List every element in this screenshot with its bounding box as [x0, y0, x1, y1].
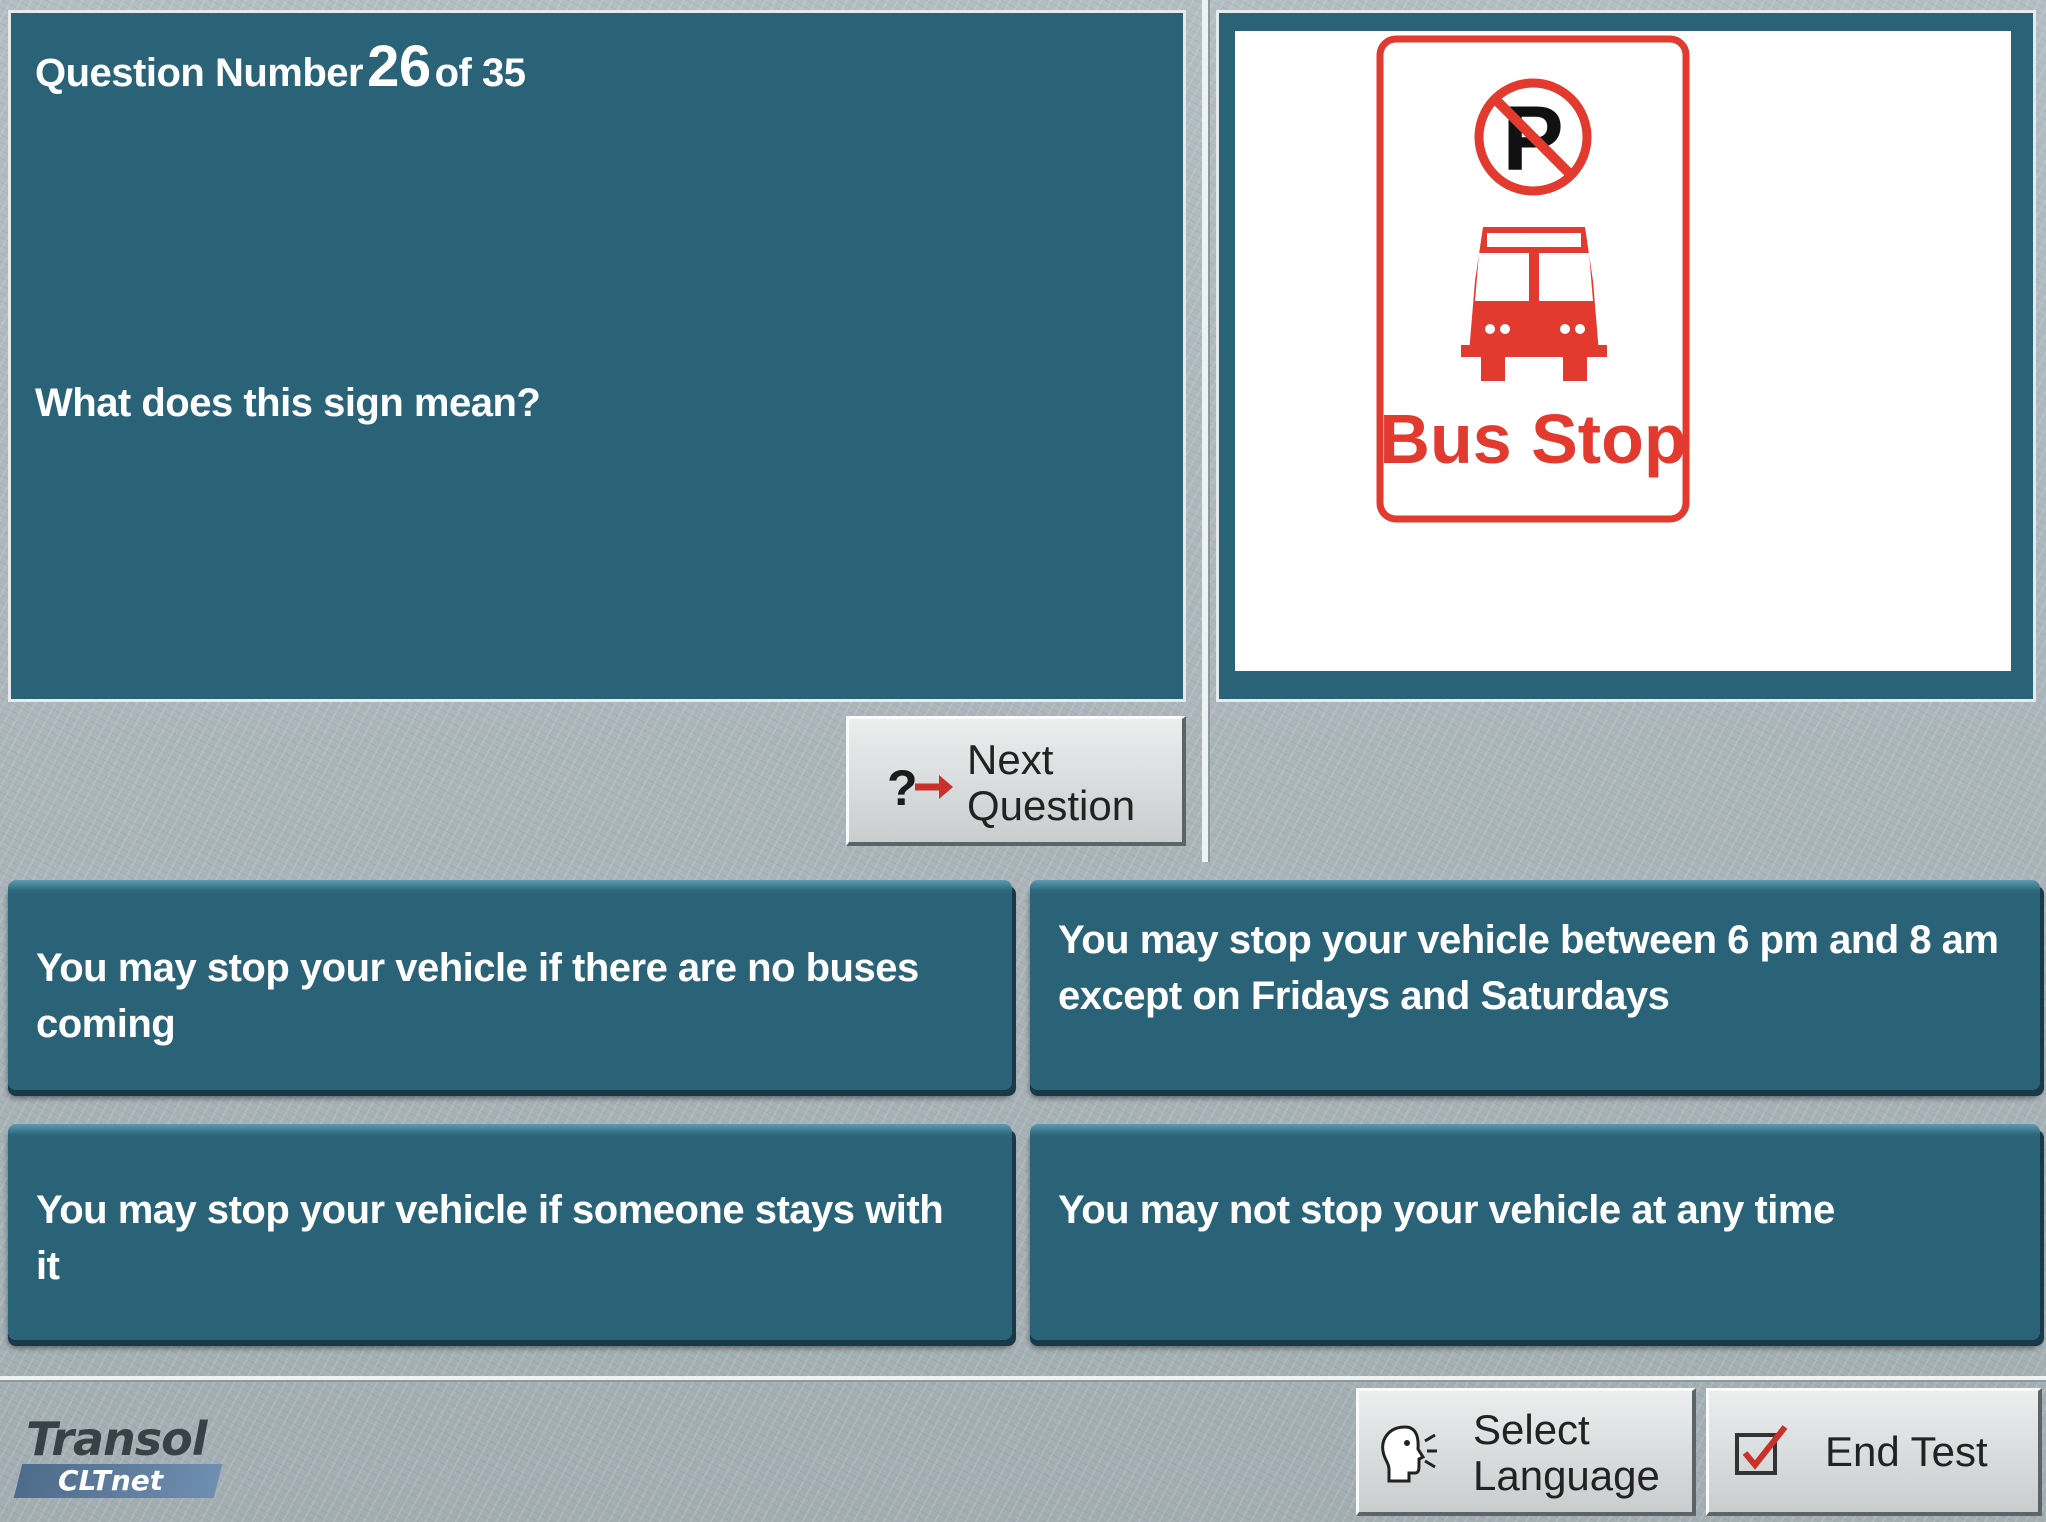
end-test-label: End Test	[1825, 1428, 1988, 1475]
sign-image-panel: P Bus Stop	[1216, 10, 2036, 702]
select-language-line2: Language	[1473, 1452, 1660, 1499]
logo-sub-text: CLTnet	[58, 1464, 164, 1497]
answer-option-b[interactable]: You may stop your vehicle between 6 pm a…	[1030, 880, 2040, 1090]
question-number: 26	[367, 34, 431, 99]
svg-text:?: ?	[887, 760, 918, 816]
answer-text: You may stop your vehicle if someone sta…	[36, 1188, 944, 1288]
select-language-line1: Select	[1473, 1406, 1590, 1453]
question-text: What does this sign mean?	[35, 381, 541, 425]
sign-caption: Bus Stop	[1379, 400, 1686, 478]
sign-image: P Bus Stop	[1235, 31, 2011, 671]
bus-stop-sign: P Bus Stop	[1376, 35, 1690, 523]
checkbox-check-icon	[1735, 1425, 1788, 1475]
logo-brand-text: Transol	[26, 1412, 208, 1466]
question-arrow-icon: ?	[887, 760, 953, 816]
answer-text: You may stop your vehicle between 6 pm a…	[1058, 918, 1999, 1018]
next-question-line1: Next	[967, 736, 1054, 783]
question-counter-prefix: Question Number	[35, 51, 364, 95]
next-question-button[interactable]: ? Next Question	[846, 716, 1186, 846]
speaking-head-icon	[1381, 1425, 1437, 1483]
transol-logo: Transol CLTnet	[13, 1412, 238, 1502]
answer-option-a[interactable]: You may stop your vehicle if there are n…	[8, 880, 1012, 1090]
question-counter-suffix: of 35	[434, 51, 526, 95]
horizontal-divider	[0, 1376, 2046, 1382]
vertical-divider	[1202, 0, 1210, 862]
no-parking-icon: P	[1474, 78, 1592, 196]
answer-option-c[interactable]: You may stop your vehicle if someone sta…	[8, 1124, 1012, 1340]
question-panel: Question Number26 of 35 What does this si…	[8, 10, 1186, 702]
answer-option-d[interactable]: You may not stop your vehicle at any tim…	[1030, 1124, 2040, 1340]
select-language-button[interactable]: Select Language	[1356, 1388, 1696, 1516]
next-question-line2: Question	[967, 782, 1136, 829]
end-test-button[interactable]: End Test	[1706, 1388, 2042, 1516]
next-question-label: Next Question	[967, 737, 1135, 829]
answer-text: You may not stop your vehicle at any tim…	[1058, 1188, 1835, 1232]
answer-text: You may stop your vehicle if there are n…	[36, 946, 919, 1046]
select-language-label: Select Language	[1473, 1407, 1660, 1499]
question-counter: Question Number26 of 35	[35, 33, 526, 100]
